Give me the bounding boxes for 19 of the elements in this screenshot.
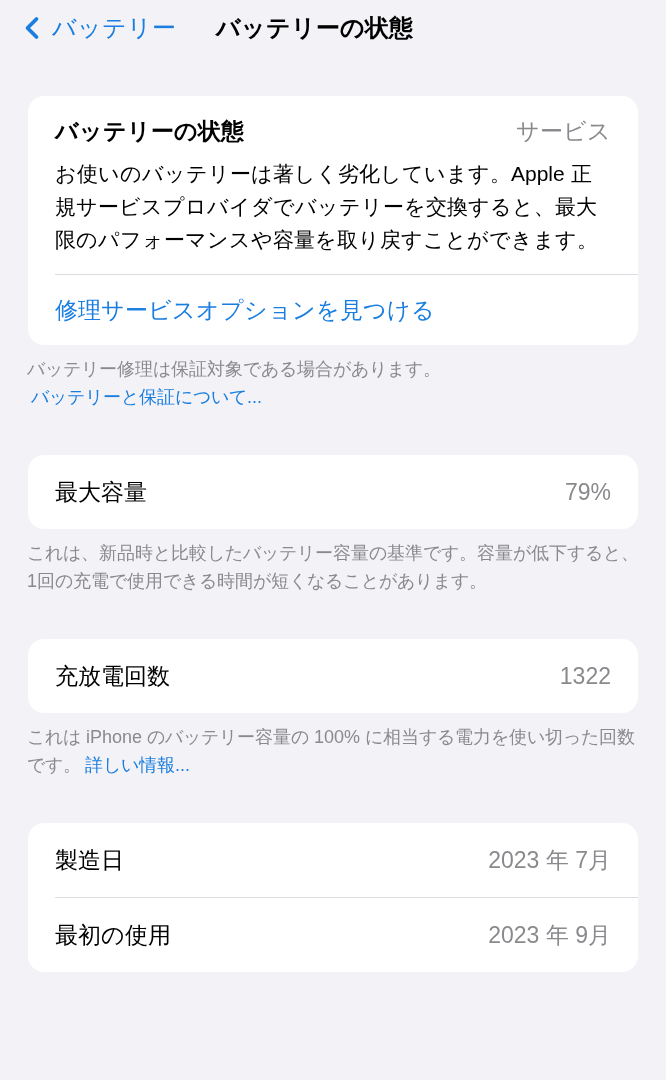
row-label: 最初の使用 bbox=[55, 920, 171, 950]
footer-link[interactable]: バッテリーと保証について... bbox=[31, 387, 262, 407]
row-value: 79% bbox=[564, 477, 611, 507]
health-message: お使いのバッテリーは著しく劣化しています。Apple 正規サービスプロバイダでバッテリーを交換すると、最大限のパフォーマンスや容量を取り戻すことができます。 bbox=[55, 160, 599, 253]
row-label: 最大容量 bbox=[55, 477, 147, 507]
status-text: サービス bbox=[516, 117, 611, 146]
page-title: バッテリーの状態 bbox=[216, 13, 413, 43]
back-button[interactable]: バッテリー bbox=[14, 10, 176, 46]
repair-options-link[interactable]: 修理サービスオプションを見つける bbox=[55, 296, 435, 323]
row-value: 2023 年 7月 bbox=[488, 845, 611, 875]
card-title: バッテリーの状態 bbox=[55, 117, 244, 146]
row-label: 製造日 bbox=[55, 845, 124, 875]
row-value: 1322 bbox=[559, 661, 611, 691]
row-label: 充放電回数 bbox=[55, 661, 170, 691]
row-value: 2023 年 9月 bbox=[488, 920, 611, 950]
section-footer-text: バッテリー修理は保証対象である場合があります。 バッテリーと保証について... bbox=[26, 358, 442, 409]
footer-link[interactable]: 詳しい情報... bbox=[85, 755, 190, 775]
section-footer-text: これは、新品時と比較したバッテリー容量の基準です。容量が低下すると、1回の充電で使用できる時間が短くなることがあります。 bbox=[26, 542, 640, 593]
section-footer-text: これは iPhone のバッテリー容量の 100% に相当する電力を使い切った回数です。 詳しい情報... bbox=[26, 726, 637, 777]
